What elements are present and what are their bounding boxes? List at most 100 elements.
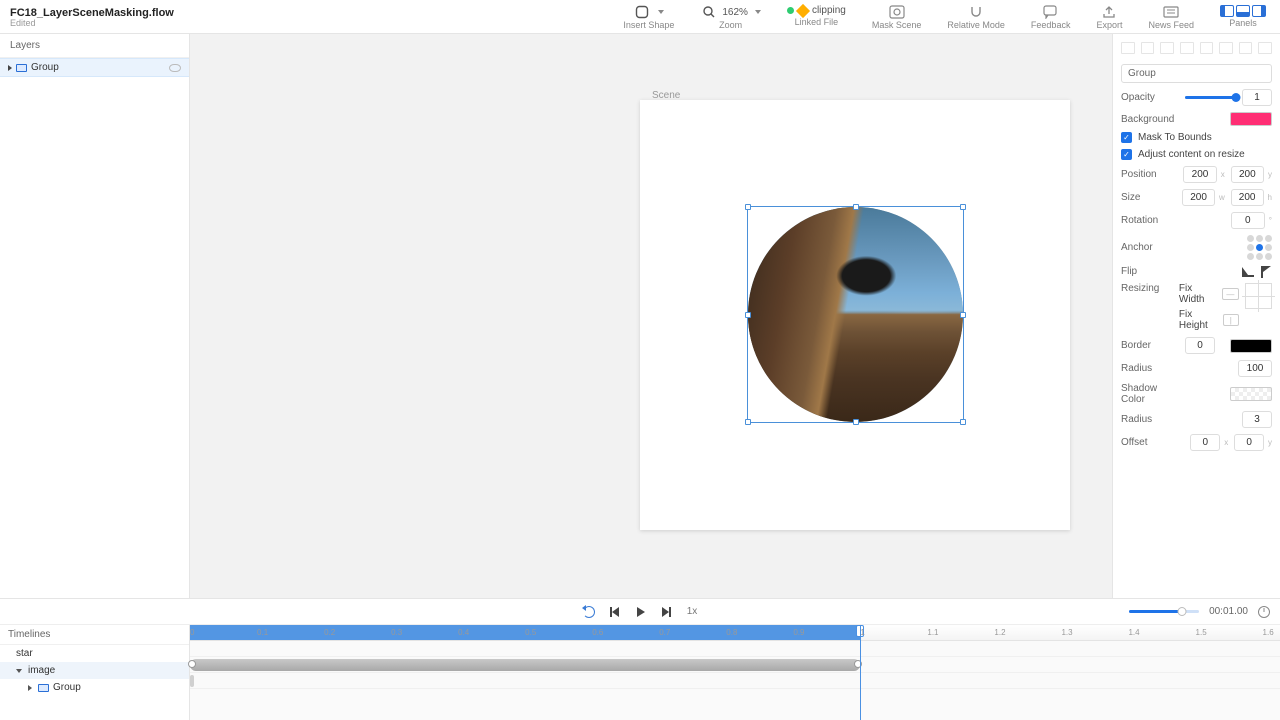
panels-button[interactable]: Panels xyxy=(1216,5,1270,28)
selection-handle[interactable] xyxy=(960,204,966,210)
news-feed-button[interactable]: News Feed xyxy=(1144,5,1198,30)
visibility-icon[interactable] xyxy=(169,64,181,72)
rotation-input[interactable]: 0 xyxy=(1231,212,1265,229)
file-status: Edited xyxy=(10,19,174,29)
align-center-h-icon[interactable] xyxy=(1141,42,1155,54)
linked-file-button[interactable]: clipping Linked File xyxy=(783,5,850,27)
mask-scene-button[interactable]: Mask Scene xyxy=(868,5,926,30)
folder-icon xyxy=(38,684,49,692)
align-left-icon[interactable] xyxy=(1121,42,1135,54)
align-top-icon[interactable] xyxy=(1180,42,1194,54)
selection-handle[interactable] xyxy=(853,419,859,425)
shadow-color-label: Shadow Color xyxy=(1121,383,1179,405)
element-name-field[interactable]: Group xyxy=(1121,64,1272,83)
loop-button[interactable] xyxy=(583,606,595,618)
position-x-input[interactable]: 200 xyxy=(1183,166,1216,183)
skip-forward-button[interactable] xyxy=(661,606,673,618)
shadow-color-swatch[interactable] xyxy=(1230,387,1272,401)
fix-width-toggle[interactable]: — xyxy=(1222,288,1239,300)
background-swatch[interactable] xyxy=(1230,112,1272,126)
timeline-tracks[interactable]: 0 0.1 0.2 0.3 0.4 0.5 0.6 0.7 0.8 0.9 1 … xyxy=(190,625,1280,720)
anchor-center-icon[interactable] xyxy=(1256,244,1263,251)
keyframe[interactable] xyxy=(190,675,194,687)
selection-handle[interactable] xyxy=(853,204,859,210)
timeline-clip[interactable] xyxy=(190,659,860,671)
timeline-ruler[interactable]: 0 0.1 0.2 0.3 0.4 0.5 0.6 0.7 0.8 0.9 1 … xyxy=(190,625,1280,641)
align-bottom-icon[interactable] xyxy=(1219,42,1233,54)
adjust-content-checkbox[interactable]: ✓ xyxy=(1121,149,1132,160)
distribute-v-icon[interactable] xyxy=(1258,42,1272,54)
fix-height-toggle[interactable]: | xyxy=(1223,314,1239,326)
position-y-input[interactable]: 200 xyxy=(1231,166,1264,183)
anchor-grid[interactable] xyxy=(1247,235,1272,260)
selection-box[interactable] xyxy=(747,206,964,423)
timeline-row-star[interactable]: star xyxy=(0,645,189,662)
play-icon xyxy=(637,607,645,617)
timeline-row-group[interactable]: Group xyxy=(0,679,189,696)
flip-vertical-icon[interactable] xyxy=(1261,266,1271,278)
panel-left-icon xyxy=(1220,5,1234,17)
align-right-icon[interactable] xyxy=(1160,42,1174,54)
flip-horizontal-icon[interactable] xyxy=(1242,267,1254,277)
export-label: Export xyxy=(1096,20,1122,30)
flip-label: Flip xyxy=(1121,266,1179,277)
border-swatch[interactable] xyxy=(1230,339,1272,353)
clip-handle[interactable] xyxy=(188,660,196,668)
feedback-label: Feedback xyxy=(1031,20,1071,30)
relative-mode-button[interactable]: Relative Mode xyxy=(943,5,1009,30)
align-center-v-icon[interactable] xyxy=(1200,42,1214,54)
rotation-label: Rotation xyxy=(1121,215,1179,226)
fix-height-label: Fix Height xyxy=(1179,309,1219,331)
insert-shape-button[interactable]: Insert Shape xyxy=(619,5,678,30)
track-star[interactable] xyxy=(190,641,1280,657)
playbar: 1x 00:01.00 xyxy=(0,599,1280,625)
status-dot-icon xyxy=(787,7,794,14)
resizing-constraints-icon[interactable] xyxy=(1245,283,1272,309)
linked-file-name: clipping xyxy=(812,5,846,16)
play-button[interactable] xyxy=(635,606,647,618)
layer-row-group[interactable]: Group xyxy=(0,58,189,77)
track-image[interactable] xyxy=(190,657,1280,673)
offset-x-input[interactable]: 0 xyxy=(1190,434,1220,451)
disclosure-triangle-icon[interactable] xyxy=(8,65,12,71)
radius-input[interactable]: 100 xyxy=(1238,360,1272,377)
timeline-row-image[interactable]: image xyxy=(0,662,189,679)
canvas[interactable]: Scene xyxy=(190,34,1112,598)
ruler-tick: 0.2 xyxy=(324,628,335,637)
track-group[interactable] xyxy=(190,673,1280,689)
ruler-tick: 0 xyxy=(190,628,194,637)
border-input[interactable]: 0 xyxy=(1185,337,1215,354)
ruler-tick: 1.2 xyxy=(994,628,1005,637)
export-button[interactable]: Export xyxy=(1092,5,1126,30)
chevron-down-icon xyxy=(755,10,761,14)
clock-icon[interactable] xyxy=(1258,606,1270,618)
size-h-input[interactable]: 200 xyxy=(1231,189,1264,206)
skip-back-button[interactable] xyxy=(609,606,621,618)
opacity-label: Opacity xyxy=(1121,92,1179,103)
selection-handle[interactable] xyxy=(960,419,966,425)
opacity-input[interactable]: 1 xyxy=(1242,89,1272,106)
selection-handle[interactable] xyxy=(745,419,751,425)
ruler-tick: 1.6 xyxy=(1263,628,1274,637)
playback-speed[interactable]: 1x xyxy=(687,606,698,617)
selection-handle[interactable] xyxy=(745,312,751,318)
feedback-button[interactable]: Feedback xyxy=(1027,5,1075,30)
distribute-h-icon[interactable] xyxy=(1239,42,1253,54)
selection-handle[interactable] xyxy=(960,312,966,318)
shadow-radius-input[interactable]: 3 xyxy=(1242,411,1272,428)
timeline-zoom-slider[interactable] xyxy=(1129,610,1199,613)
linked-file-label: Linked File xyxy=(795,17,839,27)
ruler-tick: 0.9 xyxy=(793,628,804,637)
ruler-tick: 1.3 xyxy=(1061,628,1072,637)
zoom-button[interactable]: 162% Zoom xyxy=(696,5,765,30)
opacity-slider[interactable] xyxy=(1185,96,1236,99)
file-name: FC18_LayerSceneMasking.flow xyxy=(10,7,174,19)
playhead-line[interactable] xyxy=(860,625,861,720)
selection-handle[interactable] xyxy=(745,204,751,210)
fix-width-label: Fix Width xyxy=(1179,283,1218,305)
mask-to-bounds-checkbox[interactable]: ✓ xyxy=(1121,132,1132,143)
timeline-tree: Timelines star image Group xyxy=(0,625,190,720)
size-w-input[interactable]: 200 xyxy=(1182,189,1215,206)
zoom-value: 162% xyxy=(722,7,748,18)
offset-y-input[interactable]: 0 xyxy=(1234,434,1264,451)
